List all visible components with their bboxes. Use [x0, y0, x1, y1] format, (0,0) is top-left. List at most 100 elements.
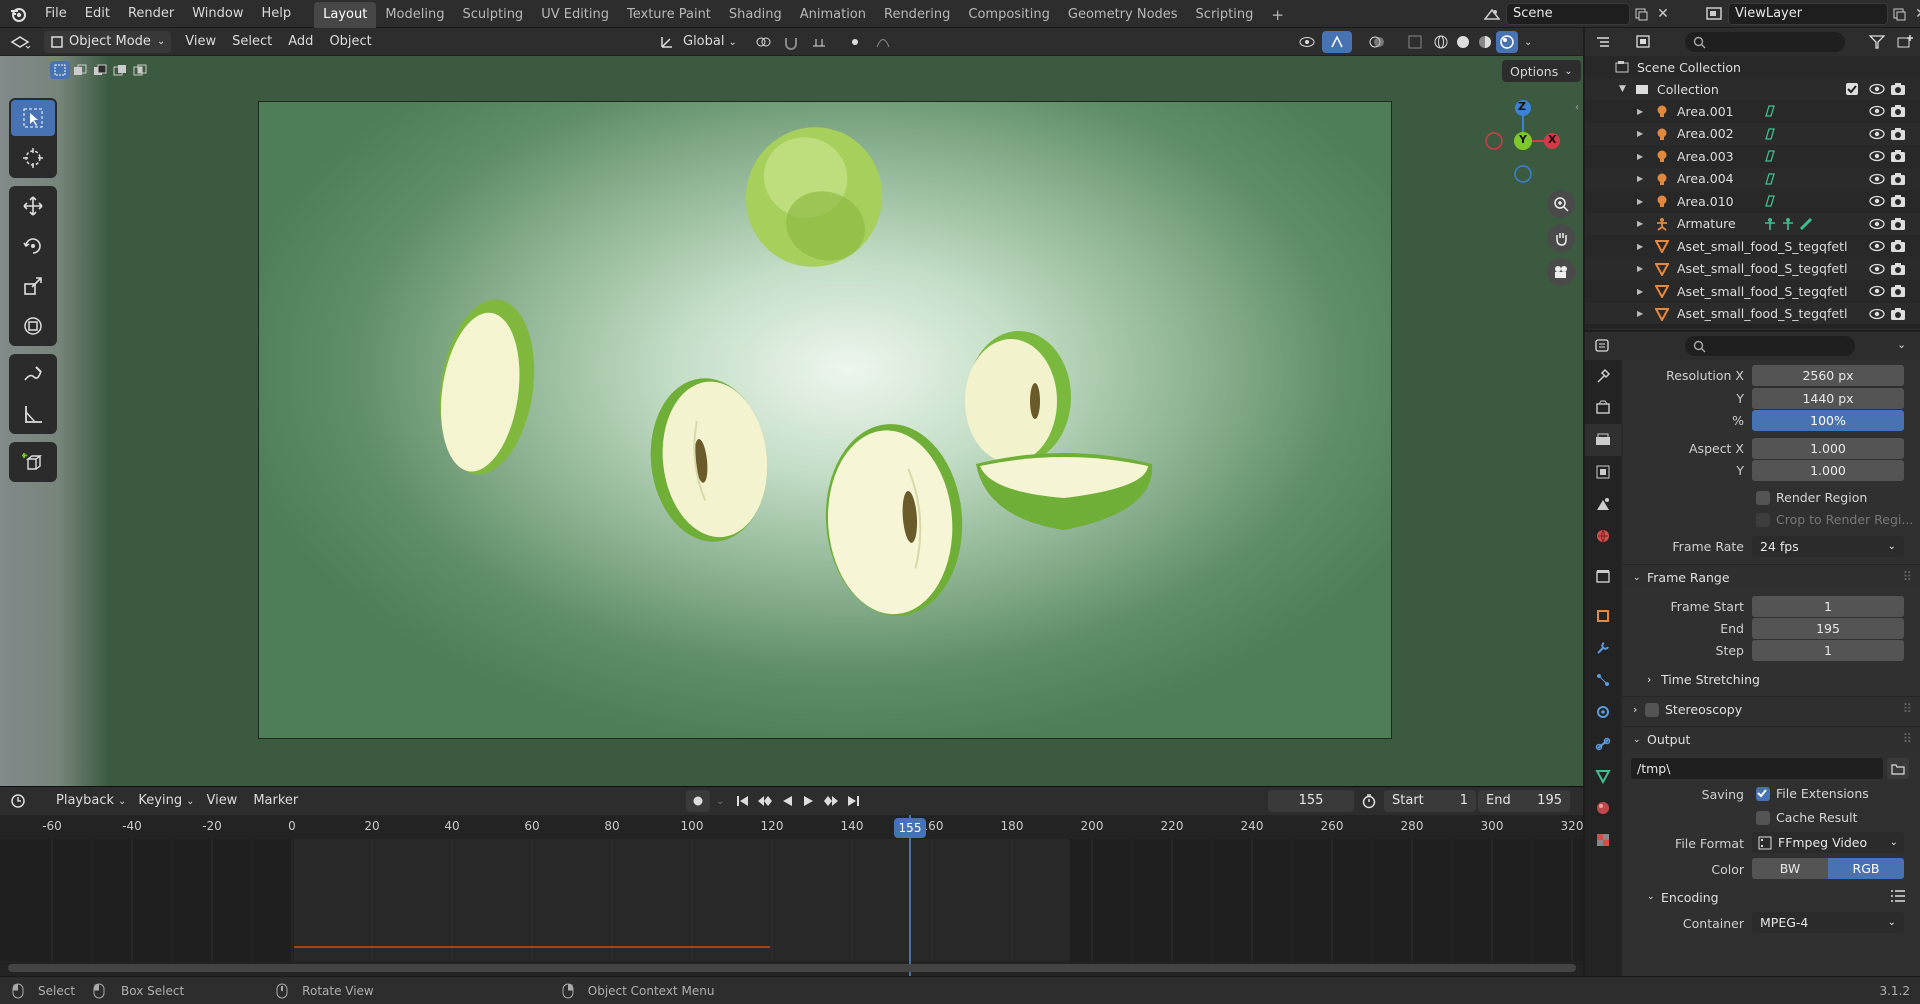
- camera-render-icon[interactable]: [1890, 104, 1906, 118]
- close-scene-icon[interactable]: ✕: [1652, 3, 1674, 25]
- display-mode-icon[interactable]: [1625, 28, 1665, 56]
- eye-icon[interactable]: [1869, 284, 1885, 298]
- disclosure-collapsed-icon[interactable]: ▶: [1637, 174, 1655, 183]
- eye-icon[interactable]: [1869, 239, 1885, 253]
- constraints-tab-icon[interactable]: [1585, 728, 1621, 760]
- menu-keying[interactable]: Keying: [130, 787, 190, 815]
- select-extend-icon[interactable]: [70, 61, 90, 79]
- snap-icon[interactable]: [777, 34, 805, 50]
- collection-exclude-checkbox[interactable]: [1845, 82, 1859, 96]
- presets-list-icon[interactable]: [1890, 889, 1906, 903]
- start-frame-field[interactable]: Start 1: [1384, 790, 1476, 812]
- visibility-icon[interactable]: [1292, 35, 1322, 49]
- properties-search-input[interactable]: [1685, 336, 1855, 356]
- jump-start-icon[interactable]: [732, 795, 754, 807]
- play-reverse-icon[interactable]: [776, 795, 798, 807]
- tab-uv-editing[interactable]: UV Editing: [532, 2, 618, 28]
- light-data-icon[interactable]: [1763, 194, 1777, 208]
- annotate-tool[interactable]: [11, 356, 55, 392]
- outliner-item[interactable]: ▶ Aset_small_food_S_tegqfetl: [1585, 280, 1920, 302]
- stereoscopy-panel-header[interactable]: › Stereoscopy ⠿: [1623, 696, 1920, 722]
- outliner-item[interactable]: ▶ Aset_small_food_S_tegqfetl: [1585, 302, 1920, 325]
- camera-view-icon[interactable]: [1547, 258, 1575, 286]
- menu-select[interactable]: Select: [224, 28, 280, 56]
- view-layer-icon[interactable]: [1700, 3, 1728, 25]
- outliner-item[interactable]: ▶ Area.001: [1585, 100, 1920, 122]
- tab-geometry-nodes[interactable]: Geometry Nodes: [1059, 2, 1187, 28]
- playhead-line[interactable]: [909, 815, 911, 977]
- falloff-icon[interactable]: [869, 34, 897, 50]
- tab-animation[interactable]: Animation: [791, 2, 875, 28]
- armature-data-icon[interactable]: [1763, 217, 1813, 231]
- output-tab-icon[interactable]: [1585, 424, 1621, 456]
- output-path-field[interactable]: /tmp\: [1631, 758, 1883, 779]
- outliner-item[interactable]: ▶ Aset_small_food_S_tegqfetl: [1585, 235, 1920, 257]
- encoding-subpanel-header[interactable]: ⌄ Encoding: [1623, 884, 1920, 910]
- light-data-icon[interactable]: [1763, 172, 1777, 186]
- playhead-frame-label[interactable]: 155: [894, 818, 926, 838]
- menu-window[interactable]: Window: [183, 0, 252, 28]
- outliner-search-input[interactable]: [1685, 32, 1845, 52]
- drag-handle-icon[interactable]: ⠿: [1903, 569, 1912, 584]
- outliner-item[interactable]: ▶ Armature: [1585, 212, 1920, 235]
- camera-render-icon[interactable]: [1890, 82, 1906, 96]
- camera-render-icon[interactable]: [1890, 217, 1906, 231]
- aspect-y-field[interactable]: 1.000: [1752, 460, 1904, 481]
- camera-render-icon[interactable]: [1890, 262, 1906, 276]
- eye-icon[interactable]: [1869, 217, 1885, 231]
- outliner-item[interactable]: ▶ Area.002: [1585, 122, 1920, 145]
- disclosure-collapsed-icon[interactable]: ▶: [1637, 287, 1655, 296]
- disclosure-collapsed-icon[interactable]: ▶: [1637, 197, 1655, 206]
- color-bw-button[interactable]: BW: [1752, 858, 1828, 879]
- chevron-down-icon[interactable]: ⌄: [1524, 37, 1532, 48]
- editor-type-icon[interactable]: [0, 28, 40, 56]
- file-format-dropdown[interactable]: FFmpeg Video ⌄: [1752, 832, 1904, 853]
- 3d-viewport[interactable]: Object Mode ⌄ View Select Add Object Glo…: [0, 28, 1583, 786]
- cache-result-checkbox[interactable]: Cache Result: [1756, 810, 1857, 825]
- drag-handle-icon[interactable]: ⠿: [1903, 701, 1912, 716]
- overlay-toggle-icon[interactable]: [1362, 35, 1392, 49]
- disclosure-collapsed-icon[interactable]: ▶: [1637, 242, 1655, 251]
- tab-layout[interactable]: Layout: [314, 1, 377, 28]
- eye-icon[interactable]: [1869, 194, 1885, 208]
- cache-result-check[interactable]: [1756, 810, 1770, 825]
- close-view-layer-icon[interactable]: ✕: [1910, 3, 1920, 25]
- rendered-shading-icon[interactable]: [1496, 31, 1518, 53]
- tab-shading[interactable]: Shading: [720, 2, 791, 28]
- disclosure-collapsed-icon[interactable]: ▶: [1637, 264, 1655, 273]
- camera-render-icon[interactable]: [1890, 172, 1906, 186]
- menu-render[interactable]: Render: [119, 0, 183, 28]
- scene-name-field[interactable]: Scene: [1506, 3, 1630, 25]
- scene-icon[interactable]: [1478, 3, 1506, 25]
- light-data-icon[interactable]: [1763, 104, 1777, 118]
- particles-tab-icon[interactable]: [1585, 664, 1621, 696]
- output-panel-header[interactable]: ⌄ Output ⠿: [1623, 726, 1920, 752]
- menu-help[interactable]: Help: [253, 0, 301, 28]
- select-new-icon[interactable]: [50, 61, 70, 79]
- frame-range-panel-header[interactable]: ⌄ Frame Range ⠿: [1623, 564, 1920, 590]
- camera-render-icon[interactable]: [1890, 149, 1906, 163]
- disclosure-collapsed-icon[interactable]: ▶: [1637, 152, 1655, 161]
- crop-region-checkbox[interactable]: Crop to Render Regi...: [1756, 512, 1913, 527]
- file-extensions-check[interactable]: [1756, 786, 1770, 801]
- object-mode-dropdown[interactable]: Object Mode ⌄: [44, 30, 172, 53]
- disclosure-collapsed-icon[interactable]: ▶: [1637, 219, 1655, 228]
- render-region-checkbox[interactable]: Render Region: [1756, 490, 1867, 505]
- prev-keyframe-icon[interactable]: [754, 795, 776, 807]
- frame-end-field[interactable]: 195: [1752, 618, 1904, 639]
- navigation-gizmo[interactable]: Z X Y: [1478, 96, 1568, 186]
- menu-playback[interactable]: Playback: [48, 787, 122, 815]
- current-frame-field[interactable]: 155: [1268, 790, 1354, 812]
- view-layer-name-field[interactable]: ViewLayer: [1728, 3, 1888, 25]
- tab-scripting[interactable]: Scripting: [1187, 2, 1263, 28]
- frame-step-field[interactable]: 1: [1752, 640, 1904, 661]
- camera-render-icon[interactable]: [1890, 307, 1906, 321]
- outliner-scene-collection[interactable]: Scene Collection: [1585, 56, 1920, 78]
- cursor-tool[interactable]: [11, 140, 55, 176]
- color-rgb-button[interactable]: RGB: [1828, 858, 1904, 879]
- add-workspace-button[interactable]: +: [1262, 2, 1293, 28]
- eye-icon[interactable]: [1869, 149, 1885, 163]
- physics-tab-icon[interactable]: [1585, 696, 1621, 728]
- light-data-icon[interactable]: [1763, 127, 1777, 141]
- scene-tab-icon[interactable]: [1585, 488, 1621, 520]
